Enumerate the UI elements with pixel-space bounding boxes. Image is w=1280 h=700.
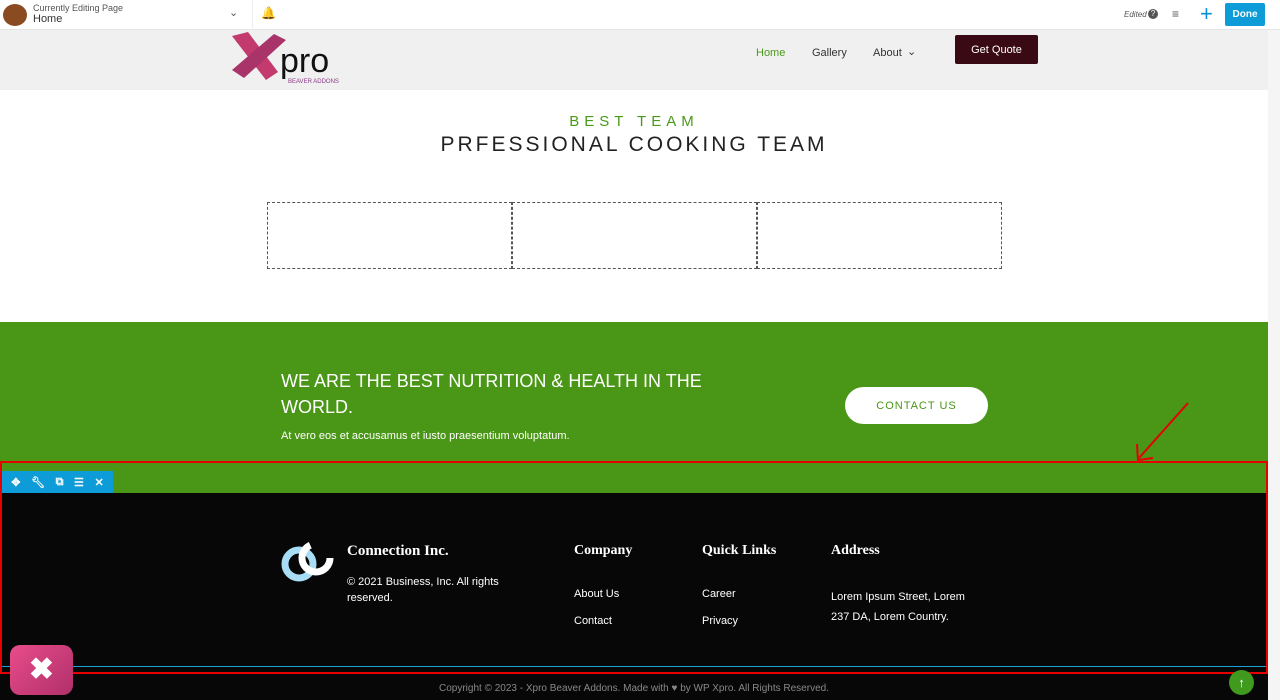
connection-logo-icon — [281, 540, 334, 582]
page-selector[interactable]: Home — [33, 13, 62, 25]
footer-address-title: Address — [831, 543, 880, 558]
bell-icon[interactable]: 🔔 — [261, 6, 276, 20]
move-icon[interactable]: ✥ — [11, 476, 20, 489]
get-quote-button[interactable]: Get Quote — [955, 35, 1038, 64]
red-arrow-annotation — [1136, 402, 1189, 462]
add-content-button[interactable]: + — [1200, 2, 1213, 26]
outline-list-icon[interactable]: ≡ — [1172, 7, 1179, 21]
footer-link-contact[interactable]: Contact — [574, 613, 612, 629]
wrench-settings-icon[interactable]: 🔧︎ — [31, 476, 45, 489]
nav-gallery[interactable]: Gallery — [812, 47, 847, 59]
copyright: Copyright © 2023 - Xpro Beaver Addons. M… — [439, 683, 829, 694]
footer-address-line1: Lorem Ipsum Street, Lorem — [831, 591, 965, 603]
footer-link-career[interactable]: Career — [702, 586, 736, 602]
xpro-logo[interactable]: pro BEAVER ADDONS — [228, 30, 358, 86]
close-icon[interactable]: ✕ — [94, 476, 103, 489]
menu-icon[interactable]: ☰ — [74, 476, 84, 489]
footer-link-about[interactable]: About Us — [574, 586, 619, 602]
cta-text: At vero eos et accusamus et iusto praese… — [281, 430, 570, 442]
section-subtitle: BEST TEAM — [569, 113, 699, 130]
team-placeholder[interactable] — [512, 202, 757, 269]
chevron-down-icon[interactable]: ⌄ — [229, 6, 238, 19]
footer-brand-text: © 2021 Business, Inc. All rights reserve… — [347, 576, 499, 604]
help-icon[interactable]: ? — [1148, 9, 1158, 19]
team-placeholder[interactable] — [757, 202, 1002, 269]
cta-title: WE ARE THE BEST NUTRITION & HEALTH IN TH… — [281, 371, 702, 417]
footer-address-line2: 237 DA, Lorem Country. — [831, 611, 949, 623]
svg-text:pro: pro — [280, 42, 329, 80]
beaver-builder-logo — [3, 4, 27, 26]
footer-quick-title: Quick Links — [702, 543, 777, 558]
builder-topbar: Currently Editing Page Home ⌄ 🔔 Edited ?… — [0, 0, 1280, 30]
footer-link-privacy[interactable]: Privacy — [702, 613, 738, 629]
editing-label: Currently Editing Page — [33, 3, 124, 13]
nav-about[interactable]: About — [873, 47, 902, 59]
svg-text:BEAVER ADDONS: BEAVER ADDONS — [288, 79, 339, 85]
footer-brand: Connection Inc. — [347, 543, 449, 559]
drop-indicator-line — [0, 666, 1268, 667]
done-button[interactable]: Done — [1225, 3, 1265, 26]
section-title: PRFESSIONAL COOKING TEAM — [440, 133, 828, 156]
row-toolbar: ✥ 🔧︎ ⧉ ☰ ✕ — [2, 471, 113, 493]
footer — [0, 493, 1268, 700]
nav-home[interactable]: Home — [756, 47, 785, 59]
duplicate-icon[interactable]: ⧉ — [56, 476, 64, 489]
edited-status: Edited — [1124, 10, 1147, 19]
scrollbar[interactable] — [1268, 30, 1280, 700]
chevron-down-icon[interactable]: ⌄ — [907, 45, 916, 58]
team-placeholder[interactable] — [267, 202, 512, 269]
site-header: pro BEAVER ADDONS Home Gallery About ⌄ G… — [0, 30, 1268, 90]
contact-us-button[interactable]: CONTACT US — [845, 387, 988, 424]
xpro-addons-button[interactable]: ✖ — [10, 645, 73, 695]
footer-company-title: Company — [574, 543, 633, 558]
scroll-to-top-button[interactable]: ↑ — [1229, 670, 1254, 695]
divider — [252, 0, 253, 30]
